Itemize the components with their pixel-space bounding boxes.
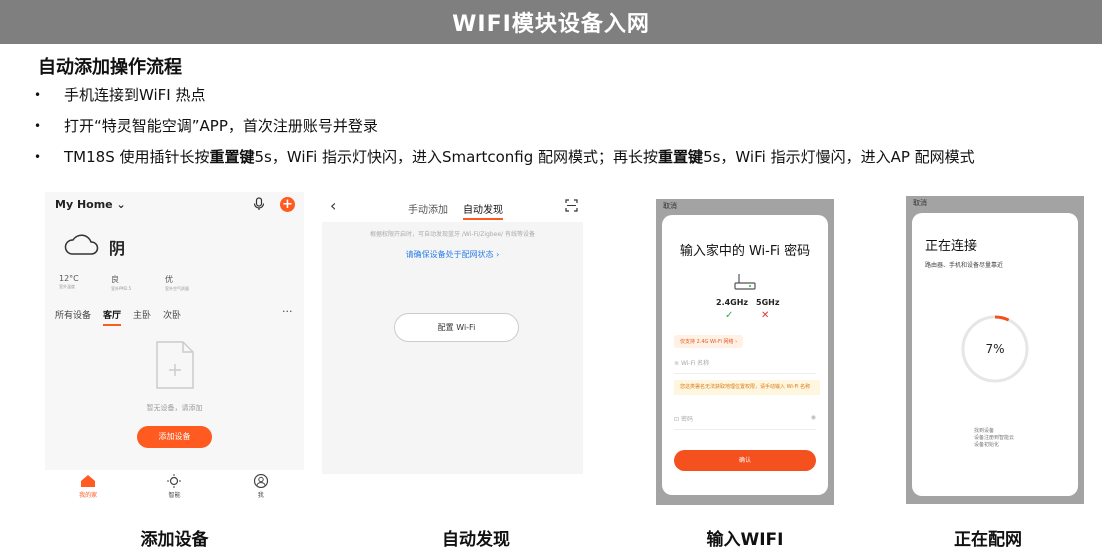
wifi-card: 输入家中的 Wi-Fi 密码 2.4GHz 5GHz ✓ ✕ 仅支持 2.4G …	[662, 215, 828, 495]
password-placeholder: 密码	[680, 416, 693, 423]
eye-icon[interactable]: ◉	[811, 414, 816, 421]
scan-icon[interactable]	[565, 199, 578, 212]
air-stat: 优室外空气质量	[165, 274, 189, 292]
caption-enter-wifi: 输入WIFI	[706, 530, 784, 550]
nav-label: 智能	[168, 492, 181, 499]
bullet-list: • 手机连接到WiFI 热点 • 打开“特灵智能空调”APP，首次注册账号并登录 •…	[34, 88, 975, 181]
nav-label: 我的家	[79, 492, 98, 499]
bullet-dot: •	[34, 150, 42, 164]
empty-message: 暂无设备，请添加	[146, 404, 203, 412]
tab-manual-add[interactable]: 手动添加	[408, 201, 448, 216]
header-bar: WIFI模块设备入网	[0, 0, 1102, 44]
bullet-text: 手机连接到WiFI 热点	[64, 86, 206, 104]
wifi-name-field[interactable]: ≋ Wi-Fi 名称	[674, 358, 816, 374]
bullet-text-part: TM18S 使用插针长按	[64, 148, 210, 166]
check-icon: ✓	[725, 310, 734, 321]
router-icon	[734, 274, 756, 290]
screenshot-connecting: 取消 正在连接 路由器、手机和设备尽量靠近 7% 找到设备 设备注册到智能云 设…	[906, 196, 1084, 504]
back-icon[interactable]: ‹	[330, 196, 336, 215]
add-icon[interactable]: +	[280, 197, 295, 212]
cancel-button[interactable]: 取消	[913, 198, 927, 208]
password-field[interactable]: ⊡ 密码 ◉	[674, 414, 816, 430]
nav-my-home[interactable]: 我的家	[58, 470, 118, 505]
bullet-item: • 手机连接到WiFI 热点	[34, 88, 975, 119]
pm-value: 良	[111, 275, 119, 284]
caption-connecting: 正在配网	[954, 530, 1022, 550]
cancel-button[interactable]: 取消	[663, 201, 677, 211]
sun-icon	[167, 474, 182, 488]
bullet-emphasis: 重置键	[658, 148, 704, 166]
band-5ghz: 5GHz	[756, 298, 780, 307]
confirm-button[interactable]: 确认	[674, 450, 816, 471]
page-title: WIFI模块设备入网	[452, 12, 650, 37]
screenshot-enter-wifi: 取消 输入家中的 Wi-Fi 密码 2.4GHz 5GHz ✓ ✕ 仅支持 2.…	[656, 199, 834, 505]
home-selector[interactable]: My Home ⌄	[55, 198, 126, 211]
band-24ghz: 2.4GHz	[716, 298, 749, 307]
section-title: 自动添加操作流程	[38, 57, 182, 78]
wifi-name-placeholder: Wi-Fi 名称	[680, 360, 710, 367]
tab-all-devices[interactable]: 所有设备	[55, 308, 91, 326]
temperature-stat: 12°C 室外温度	[59, 274, 79, 290]
step-item: 设备初始化	[974, 442, 1000, 448]
bullet-dot: •	[34, 88, 42, 102]
home-icon	[81, 475, 96, 487]
nav-label: 我	[257, 492, 264, 499]
bullet-text: TM18S 使用插针长按重置键5s，WiFi 指示灯快闪，进入Smartconf…	[64, 150, 975, 165]
empty-document-icon	[156, 341, 194, 389]
progress-percent: 7%	[985, 342, 1005, 356]
network-state-link[interactable]: 请确保设备处于配网状态 ›	[322, 249, 583, 260]
configure-wifi-button[interactable]: 配置 Wi-Fi	[394, 313, 519, 342]
tab-second-bedroom[interactable]: 次卧	[163, 308, 181, 326]
more-icon[interactable]: ···	[282, 305, 293, 318]
bullet-dot: •	[34, 119, 42, 133]
air-label: 室外空气质量	[165, 286, 189, 291]
connecting-heading: 正在连接	[925, 239, 978, 254]
pm-label: 室外PM2.5	[111, 286, 132, 291]
room-tabs: 所有设备 客厅 主卧 次卧	[55, 308, 181, 326]
lock-icon: ⊡	[674, 416, 681, 423]
wifi-heading: 输入家中的 Wi-Fi 密码	[679, 244, 811, 259]
bullet-item: • TM18S 使用插针长按重置键5s，WiFi 指示灯快闪，进入Smartcon…	[34, 150, 975, 181]
add-device-button[interactable]: 添加设备	[137, 426, 212, 448]
nav-me[interactable]: 我	[231, 470, 291, 505]
step-item: 设备注册到智能云	[974, 435, 1015, 441]
screenshot-add-device: My Home ⌄ + 阴 12°C 室外温度 良室外PM2.5 优室外空气质量 …	[45, 192, 304, 505]
cross-icon: ✕	[761, 310, 770, 321]
band-support-tag[interactable]: 仅支持 2.4G Wi-Fi 网络 ›	[674, 335, 744, 348]
connection-steps: 找到设备 设备注册到智能云 设备初始化	[974, 428, 1014, 449]
top-bar	[322, 192, 583, 222]
bottom-nav: 我的家 智能 我	[45, 470, 304, 505]
temperature-value: 12°C	[59, 274, 79, 283]
bullet-text: 打开“特灵智能空调”APP，首次注册账号并登录	[64, 117, 378, 135]
location-warning: 您这类署名无法获取地理位置权限，请手动输入 Wi-Fi 名称	[674, 380, 820, 395]
caption-add-device: 添加设备	[140, 530, 209, 550]
caption-auto-discover: 自动发现	[442, 530, 510, 550]
bullet-text-part: 5s，WiFi 指示灯慢闪，进入AP 配网模式	[703, 148, 975, 166]
wifi-icon: ≋	[674, 360, 681, 367]
user-icon	[253, 473, 268, 489]
screenshot-auto-discover: ‹ 手动添加 自动发现 根据权限开启时，可自动发现蓝牙 /Wi-Fi/Zigbe…	[322, 192, 583, 474]
connecting-card: 正在连接 路由器、手机和设备尽量靠近 7% 找到设备 设备注册到智能云 设备初始…	[912, 213, 1078, 496]
cloud-icon	[64, 234, 99, 255]
nav-smart[interactable]: 智能	[144, 470, 204, 505]
chevron-down-icon: ⌄	[116, 198, 126, 211]
air-value: 优	[165, 275, 173, 284]
bullet-emphasis: 重置键	[209, 148, 255, 166]
tab-auto-discover[interactable]: 自动发现	[463, 201, 503, 220]
temperature-label: 室外温度	[59, 284, 75, 289]
connecting-subtitle: 路由器、手机和设备尽量靠近	[925, 262, 1004, 269]
step-item: 找到设备	[974, 428, 995, 434]
home-label: My Home	[55, 198, 113, 211]
tab-master-bedroom[interactable]: 主卧	[133, 308, 151, 326]
weather-text: 阴	[109, 239, 126, 258]
bullet-text-part: 5s，WiFi 指示灯快闪，进入Smartconfig 配网模式；再长按	[254, 148, 659, 166]
pm-stat: 良室外PM2.5	[111, 274, 131, 292]
microphone-icon[interactable]	[253, 197, 265, 211]
discovery-hint: 根据权限开启时，可自动发现蓝牙 /Wi-Fi/Zigbee/ 有线等设备	[370, 231, 535, 238]
bullet-item: • 打开“特灵智能空调”APP，首次注册账号并登录	[34, 119, 975, 150]
tab-living-room[interactable]: 客厅	[103, 308, 122, 326]
